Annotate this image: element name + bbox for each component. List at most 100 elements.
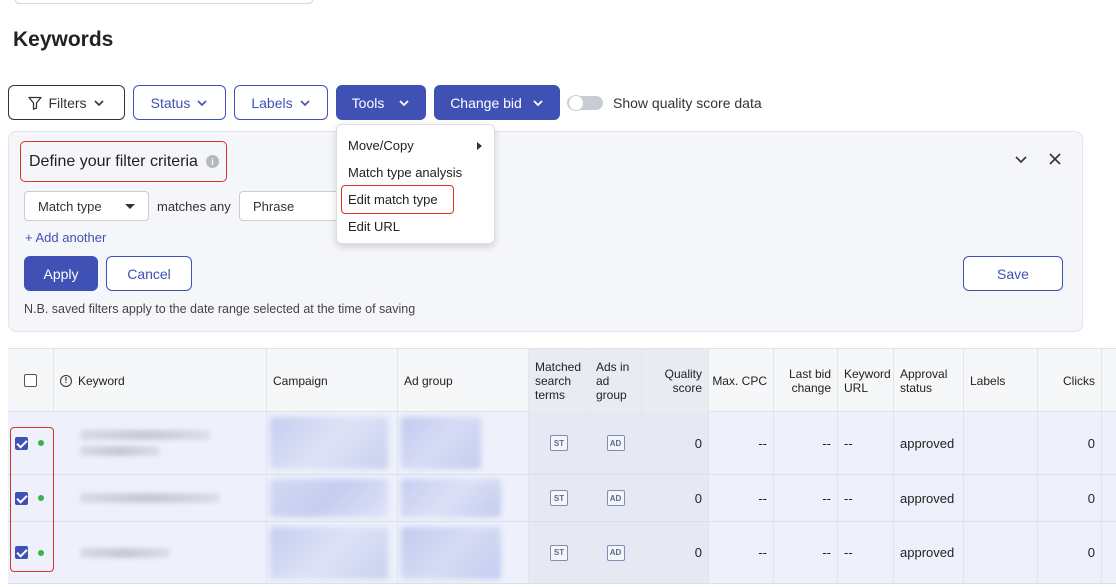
- ads-icon[interactable]: AD: [606, 544, 625, 561]
- header-labels[interactable]: Labels: [964, 349, 1038, 412]
- approval-status-cell: approved: [894, 475, 964, 521]
- alert-icon: !: [60, 374, 72, 387]
- header-ad-group[interactable]: Ad group: [398, 349, 529, 412]
- selected-rows-highlight: [10, 427, 54, 572]
- blurred-keyword: [80, 547, 170, 558]
- match-type-select[interactable]: Match type: [24, 191, 149, 221]
- keyword-url-cell: --: [838, 412, 894, 474]
- header-keyword[interactable]: ! Keyword: [54, 349, 267, 412]
- match-value-select[interactable]: Phrase: [239, 191, 339, 221]
- blurred-campaign: [270, 479, 388, 517]
- table-header: ! Keyword Campaign Ad group Matched sear…: [8, 349, 1116, 412]
- clicks-cell: 0: [1038, 475, 1102, 521]
- ads-icon[interactable]: AD: [606, 490, 625, 506]
- matched-search-terms-cell: ST: [529, 522, 590, 583]
- chevron-down-icon: [197, 99, 207, 106]
- ads-icon[interactable]: AD: [606, 435, 625, 451]
- menu-item-match-type-analysis[interactable]: Match type analysis: [348, 165, 462, 180]
- keyword-cell: [54, 475, 267, 521]
- table-row[interactable]: ST AD 0 -- -- -- approved 0: [8, 522, 1116, 584]
- blurred-ad-group: [401, 526, 501, 579]
- blurred-ad-group: [401, 479, 501, 517]
- max-cpc-cell[interactable]: --: [709, 522, 774, 583]
- operator-text: matches any: [157, 199, 231, 214]
- quality-score-cell: 0: [642, 522, 709, 583]
- filters-label: Filters: [48, 94, 87, 111]
- info-icon[interactable]: i: [205, 155, 219, 168]
- clicks-cell: 0: [1038, 522, 1102, 583]
- labels-cell: [964, 522, 1038, 583]
- ads-cell: AD: [590, 412, 642, 474]
- menu-item-move-copy[interactable]: Move/Copy: [348, 138, 414, 153]
- menu-item-edit-match-type[interactable]: Edit match type: [348, 192, 438, 207]
- header-keyword-url[interactable]: Keyword URL: [838, 349, 894, 412]
- table-row[interactable]: ST AD 0 -- -- -- approved 0: [8, 475, 1116, 522]
- filter-icon: [28, 96, 43, 110]
- page-title: Keywords: [13, 28, 114, 51]
- apply-button[interactable]: Apply: [24, 256, 98, 291]
- blurred-keyword: [80, 493, 220, 503]
- header-select-all: [8, 349, 54, 412]
- blurred-campaign: [270, 417, 388, 469]
- tools-menu: Move/Copy Match type analysis Edit match…: [336, 124, 495, 244]
- quality-score-cell: 0: [642, 412, 709, 474]
- blurred-ad-group: [401, 417, 481, 469]
- labels-cell: [964, 412, 1038, 474]
- clicks-cell: 0: [1038, 412, 1102, 474]
- header-approval-status[interactable]: Approval status: [894, 349, 964, 412]
- header-quality-score[interactable]: Quality score: [642, 349, 709, 412]
- top-search-field[interactable]: [14, 0, 314, 4]
- header-matched-search-terms[interactable]: Matched search terms: [529, 349, 590, 412]
- close-icon[interactable]: [1047, 151, 1063, 167]
- search-terms-icon[interactable]: ST: [550, 435, 568, 451]
- max-cpc-cell[interactable]: --: [709, 475, 774, 521]
- chevron-down-icon[interactable]: [1013, 151, 1029, 167]
- chevron-down-icon: [300, 99, 310, 106]
- campaign-cell: [267, 412, 398, 474]
- filters-button[interactable]: Filters: [8, 85, 125, 120]
- keyword-cell: [54, 522, 267, 583]
- search-terms-icon[interactable]: ST: [550, 544, 568, 561]
- header-ads-in-ad-group[interactable]: Ads in ad group: [590, 349, 642, 412]
- blurred-keyword: [80, 446, 160, 456]
- match-type-select-value: Match type: [38, 198, 102, 214]
- ads-cell: AD: [590, 522, 642, 583]
- tools-label: Tools: [351, 94, 385, 111]
- last-bid-change-cell: --: [774, 475, 838, 521]
- max-cpc-cell[interactable]: --: [709, 412, 774, 474]
- tools-button[interactable]: Tools: [336, 85, 426, 120]
- toggle-knob: [568, 95, 584, 111]
- campaign-cell: [267, 522, 398, 583]
- search-terms-icon[interactable]: ST: [550, 490, 568, 506]
- ad-group-cell: [398, 522, 529, 583]
- add-another-link[interactable]: + Add another: [25, 230, 106, 245]
- save-button[interactable]: Save: [963, 256, 1063, 291]
- matched-search-terms-cell: ST: [529, 475, 590, 521]
- menu-item-edit-url[interactable]: Edit URL: [348, 219, 400, 234]
- keyword-url-cell: --: [838, 522, 894, 583]
- quality-score-toggle-label: Show quality score data: [613, 95, 762, 111]
- header-last-bid-change[interactable]: Last bid change: [774, 349, 838, 412]
- header-max-cpc[interactable]: Max. CPC: [709, 349, 774, 412]
- labels-button[interactable]: Labels: [234, 85, 328, 120]
- chevron-down-icon: [93, 99, 104, 106]
- status-button[interactable]: Status: [133, 85, 226, 120]
- chevron-down-icon: [533, 99, 543, 106]
- chevron-right-icon: [477, 142, 482, 150]
- change-bid-button[interactable]: Change bid: [434, 85, 560, 120]
- chevron-down-icon: [399, 99, 409, 106]
- keyword-cell: [54, 412, 267, 474]
- approval-status-cell: approved: [894, 522, 964, 583]
- status-label: Status: [150, 94, 191, 111]
- header-clicks[interactable]: Clicks: [1038, 349, 1102, 412]
- approval-status-cell: approved: [894, 412, 964, 474]
- keywords-table: ! Keyword Campaign Ad group Matched sear…: [8, 348, 1116, 587]
- match-value-select-value: Phrase: [253, 198, 295, 214]
- cancel-button[interactable]: Cancel: [106, 256, 192, 291]
- quality-score-toggle[interactable]: [567, 95, 603, 111]
- table-row[interactable]: ST AD 0 -- -- -- approved 0: [8, 412, 1116, 475]
- labels-cell: [964, 475, 1038, 521]
- header-campaign[interactable]: Campaign: [267, 349, 398, 412]
- quality-score-cell: 0: [642, 475, 709, 521]
- select-all-checkbox[interactable]: [24, 374, 37, 387]
